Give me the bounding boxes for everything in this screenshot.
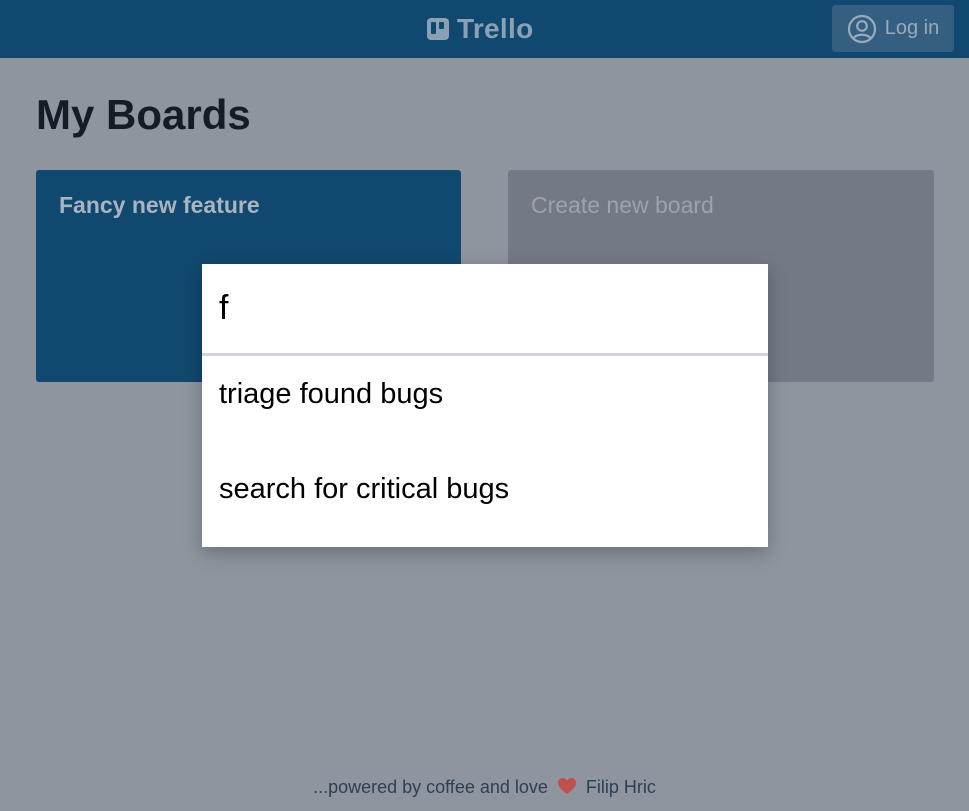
footer-text: ...powered by coffee and love xyxy=(313,777,548,797)
footer-author[interactable]: Filip Hric xyxy=(586,777,656,797)
search-result-item[interactable]: search for critical bugs xyxy=(202,451,768,546)
search-modal: triage found bugs search for critical bu… xyxy=(202,264,768,547)
page: Trello Log in My Boards Fancy new featur… xyxy=(0,0,969,811)
footer: ...powered by coffee and love Filip Hric xyxy=(0,777,969,798)
heart-icon xyxy=(557,778,576,794)
search-results: triage found bugs search for critical bu… xyxy=(202,356,768,546)
board-title: Fancy new feature xyxy=(59,192,260,218)
trello-logo-icon xyxy=(427,18,449,40)
top-navigation: Trello Log in xyxy=(0,0,969,58)
login-label: Log in xyxy=(884,17,940,39)
user-circle-icon xyxy=(847,14,876,43)
create-board-label: Create new board xyxy=(531,192,714,218)
login-button[interactable]: Log in xyxy=(832,5,954,52)
page-title: My Boards xyxy=(36,91,251,138)
trello-logo[interactable]: Trello xyxy=(427,13,534,44)
logo-text: Trello xyxy=(457,13,534,44)
search-input[interactable] xyxy=(202,264,768,356)
search-result-item[interactable]: triage found bugs xyxy=(202,356,768,451)
